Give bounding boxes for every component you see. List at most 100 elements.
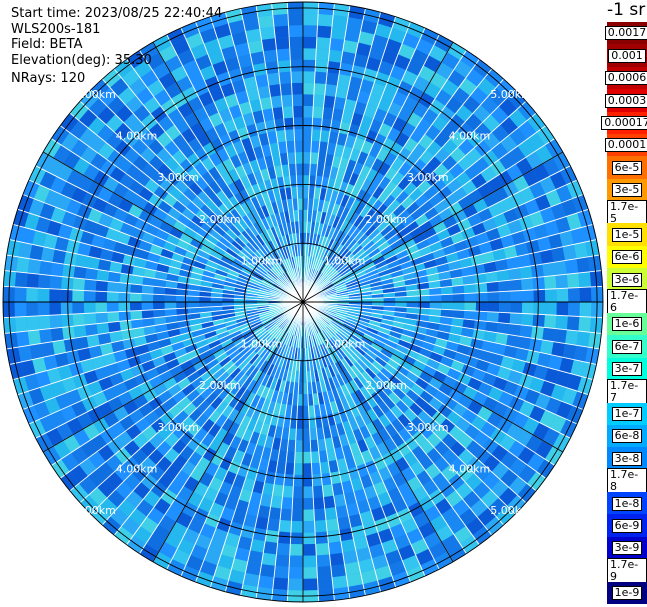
colorbar-cell: 0.00017 xyxy=(601,111,647,135)
ppi-gate xyxy=(289,48,303,60)
ppi-gate xyxy=(50,327,64,342)
colorbar-tick-label: 6e-9 xyxy=(611,518,643,533)
range-ring-label: 2.00km xyxy=(365,213,407,226)
ppi-gate xyxy=(14,286,27,302)
colorbar-tick-label: 1e-9 xyxy=(611,586,643,601)
ppi-gate xyxy=(176,302,188,309)
ppi-gate xyxy=(290,520,303,533)
ppi-gate xyxy=(303,555,317,568)
ppi-gate xyxy=(313,497,325,510)
ppi-gate xyxy=(555,315,568,330)
ppi-gate xyxy=(277,531,291,544)
ppi-gate xyxy=(281,94,293,107)
ppi-gate xyxy=(576,330,590,348)
ppi-gate xyxy=(475,311,488,322)
ppi-gate xyxy=(532,314,545,328)
ppi-gate xyxy=(118,292,131,302)
ppi-gate xyxy=(303,25,318,37)
colorbar-cell: 1e-9 xyxy=(607,581,647,605)
ppi-gate xyxy=(498,280,511,292)
ppi-gate xyxy=(313,94,325,107)
ppi-gate xyxy=(14,271,28,288)
ppi-gate xyxy=(296,175,303,187)
colorbar-cell: 3e-9 xyxy=(607,536,647,560)
range-ring-label: 4.00km xyxy=(116,462,158,475)
ppi-gate xyxy=(277,60,291,73)
ppi-gate xyxy=(83,290,96,302)
ppi-gate xyxy=(565,258,579,275)
ppi-gate xyxy=(164,294,177,302)
ppi-gate xyxy=(519,265,533,280)
ppi-gate xyxy=(27,258,41,275)
instrument-text: WLS200s-181 xyxy=(11,22,101,37)
ppi-gate xyxy=(314,71,328,84)
range-ring-label: 3.00km xyxy=(157,421,199,434)
ppi-gate xyxy=(568,287,580,302)
ppi-gate xyxy=(176,295,188,302)
ppi-gate xyxy=(327,61,341,75)
ppi-gate xyxy=(295,440,303,452)
ppi-gate xyxy=(418,295,430,302)
ppi-gate xyxy=(464,292,477,302)
ppi-gate xyxy=(265,529,279,543)
ppi-gate xyxy=(294,451,303,464)
ppi-gate xyxy=(303,567,318,579)
ppi-gate xyxy=(498,291,511,302)
colorbar-cell: 0.001 xyxy=(607,44,647,68)
ppi-gate xyxy=(50,262,64,277)
ppi-gate xyxy=(272,577,289,591)
ppi-gate xyxy=(475,302,488,312)
ppi-gate xyxy=(303,59,316,72)
ppi-gate xyxy=(61,314,74,328)
range-ring-label: 5.00km xyxy=(490,504,532,517)
ppi-gate xyxy=(555,274,568,289)
ppi-gate xyxy=(545,302,557,316)
ppi-gate xyxy=(38,315,51,330)
ppi-gate xyxy=(276,48,291,61)
ppi-gate xyxy=(257,15,275,29)
ppi-gate xyxy=(39,260,53,276)
colorbar-cell: 1e-8 xyxy=(607,492,647,515)
colorbar-cell: 1.7e-7 xyxy=(607,378,647,405)
ppi-gate xyxy=(303,474,313,487)
ppi-gate xyxy=(281,497,293,510)
range-ring-label: 4.00km xyxy=(449,462,491,475)
ppi-gate xyxy=(316,25,332,39)
ppi-gate xyxy=(303,463,313,476)
ppi-gate xyxy=(280,83,293,96)
ppi-gate xyxy=(290,59,303,72)
ppi-gate xyxy=(293,117,303,130)
range-ring-label: 1.00km xyxy=(324,254,366,267)
ppi-gate xyxy=(441,302,453,310)
ppi-gate xyxy=(257,575,275,589)
ppi-gate xyxy=(331,575,349,589)
ppi-gate xyxy=(303,36,317,49)
colorbar-tick-label: 6e-5 xyxy=(611,160,643,175)
ppi-gate xyxy=(331,15,349,29)
ppi-gate xyxy=(566,273,580,289)
ppi-gate xyxy=(303,82,315,95)
ppi-gate xyxy=(303,175,310,187)
ppi-gate xyxy=(521,277,534,291)
ppi-gate xyxy=(49,288,61,302)
ppi-gate xyxy=(95,291,108,302)
colorbar-tick-label: 1.7e-7 xyxy=(607,378,647,405)
ppi-gate xyxy=(26,287,38,302)
ppi-gate xyxy=(282,485,294,498)
ppi-gate xyxy=(141,302,154,311)
ppi-gate xyxy=(73,324,87,339)
ppi-gate xyxy=(293,128,303,141)
ppi-gate xyxy=(542,327,556,342)
ppi-gate xyxy=(84,312,97,325)
ppi-gate xyxy=(303,117,313,130)
ppi-gate xyxy=(532,276,545,290)
start-time-text: Start time: 2023/08/25 22:40:44 xyxy=(11,6,223,21)
ppi-gate xyxy=(544,314,557,329)
colorbar-tick-label: 0.001 xyxy=(608,48,646,63)
ppi-gate xyxy=(303,48,317,60)
ppi-gate xyxy=(27,329,41,346)
ppi-gate xyxy=(72,289,85,302)
ppi-gate xyxy=(317,577,334,591)
ppi-gate xyxy=(49,302,61,316)
ppi-gate xyxy=(553,260,567,276)
